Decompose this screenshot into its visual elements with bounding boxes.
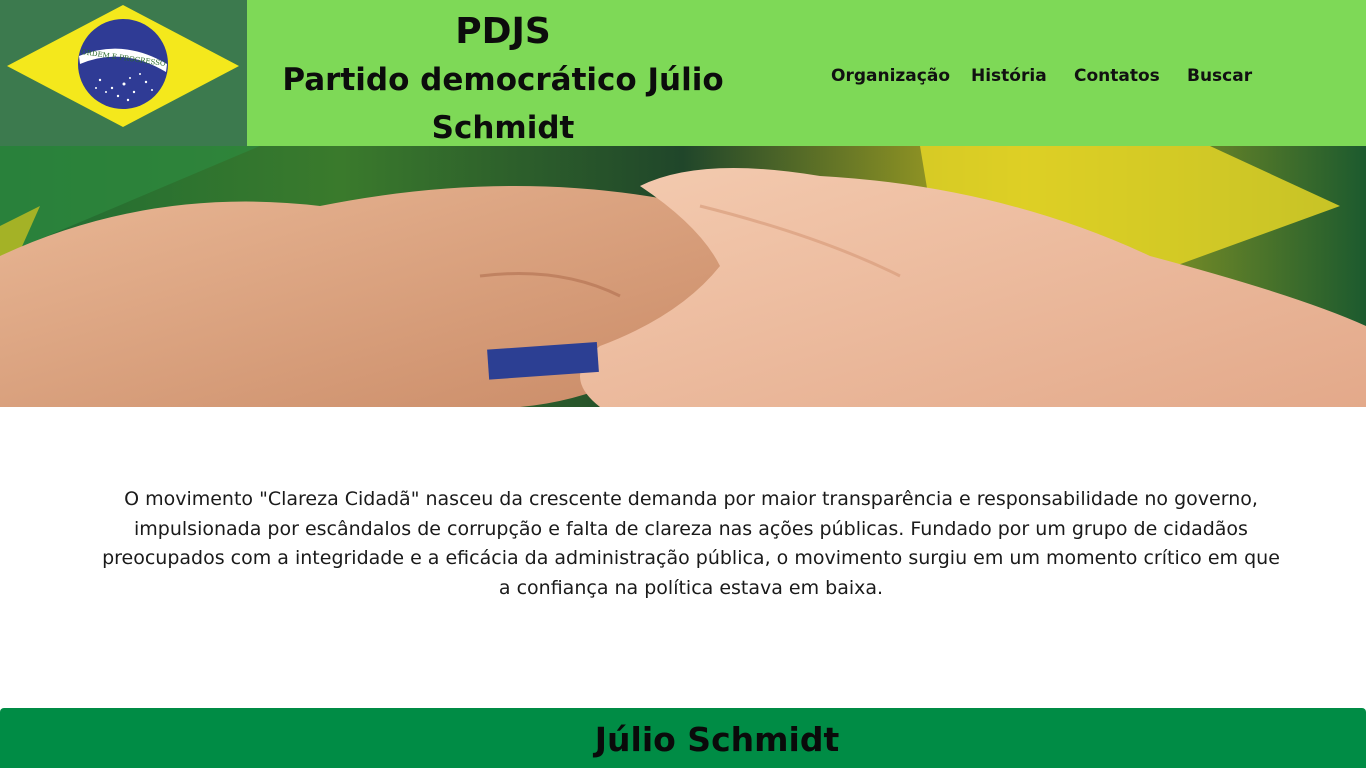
intro-paragraph: O movimento "Clareza Cidadã" nasceu da c… xyxy=(102,488,1280,599)
nav-item-organizacao[interactable]: Organização xyxy=(831,66,950,86)
nav-item-historia[interactable]: História xyxy=(971,66,1047,86)
nav-item-contatos[interactable]: Contatos xyxy=(1074,66,1160,86)
site-abbr: PDJS xyxy=(455,11,551,52)
party-name-line2: Schmidt xyxy=(431,110,575,146)
hero-image xyxy=(0,146,1366,407)
main-nav: Organização História Contatos Buscar xyxy=(0,66,1366,90)
hands-flag-illustration xyxy=(0,146,1366,407)
nav-item-buscar[interactable]: Buscar xyxy=(1187,66,1252,86)
footer-bar: Júlio Schmidt xyxy=(0,708,1366,768)
footer-name: Júlio Schmidt xyxy=(594,720,840,759)
site-header: ORDEM E PROGRESSO PDJS Partido democráti… xyxy=(0,0,1366,146)
